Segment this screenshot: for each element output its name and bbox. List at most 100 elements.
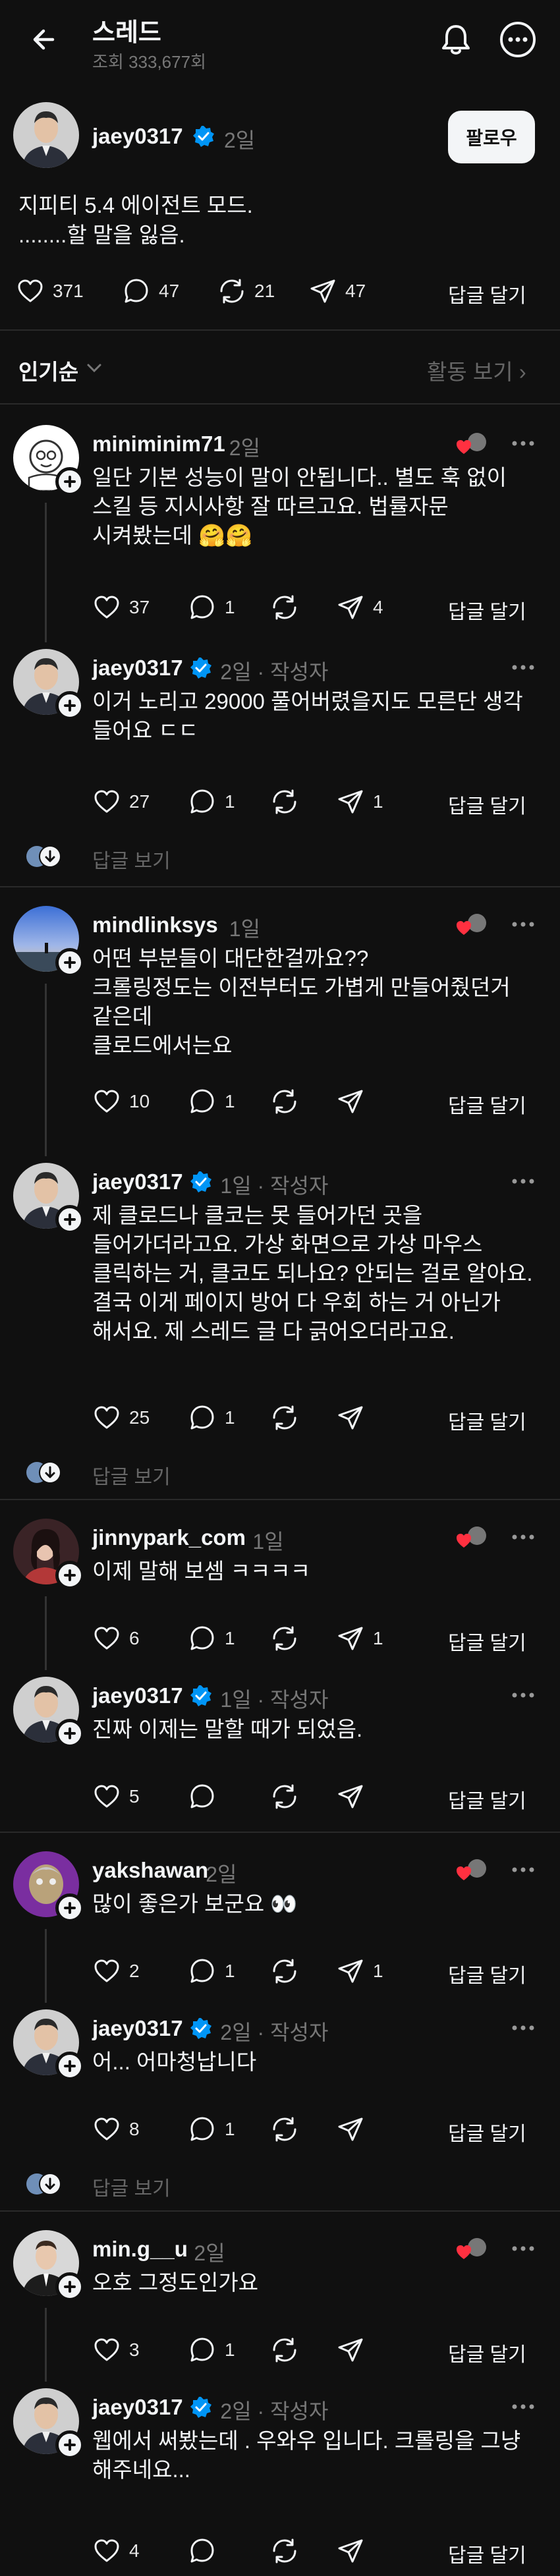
repost-button[interactable]: [270, 2115, 299, 2144]
see-replies-link[interactable]: 답글 보기: [92, 2172, 171, 2201]
reply-link[interactable]: 답글 달기: [448, 1627, 526, 1656]
comment-username[interactable]: jaey0317: [92, 2016, 183, 2041]
like-button[interactable]: 3: [92, 2336, 140, 2365]
comment-time: 1일: [252, 1530, 284, 1554]
more-dots-icon[interactable]: [511, 1177, 535, 1185]
reply-link[interactable]: 답글 달기: [448, 2539, 526, 2568]
sort-dropdown[interactable]: 인기순: [18, 354, 78, 386]
comment-icon: [190, 2338, 214, 2362]
share-button[interactable]: 1: [336, 1957, 383, 1986]
reply-link[interactable]: 답글 달기: [448, 2117, 526, 2146]
share-button[interactable]: [336, 1403, 365, 1432]
share-button[interactable]: [336, 2536, 365, 2565]
comment-username[interactable]: jaey0317: [92, 1169, 183, 1194]
more-options-icon[interactable]: [498, 20, 538, 59]
more-dots-icon[interactable]: [511, 663, 535, 671]
like-button[interactable]: 2: [92, 1957, 140, 1986]
follow-plus-icon[interactable]: [55, 467, 84, 496]
follow-plus-icon[interactable]: [55, 2272, 84, 2301]
repost-button[interactable]: [270, 593, 299, 622]
repost-button[interactable]: [270, 1624, 299, 1653]
activity-link[interactable]: 활동 보기 ›: [427, 354, 526, 386]
share-button[interactable]: 1: [336, 1624, 383, 1653]
comment-username[interactable]: min.g__u: [92, 2237, 188, 2262]
share-button[interactable]: 47: [308, 277, 366, 306]
reply-link[interactable]: 답글 달기: [448, 596, 526, 625]
comment-username[interactable]: jinnypark_com: [92, 1525, 246, 1550]
comment-button[interactable]: 47: [122, 277, 179, 306]
like-button[interactable]: 10: [92, 1087, 150, 1116]
see-replies-link[interactable]: 답글 보기: [92, 845, 171, 874]
like-button[interactable]: 27: [92, 787, 150, 816]
follow-plus-icon[interactable]: [55, 1205, 84, 1234]
more-dots-icon[interactable]: [511, 439, 535, 447]
repost-button[interactable]: [270, 2536, 299, 2565]
share-button[interactable]: [336, 1782, 365, 1811]
avatar[interactable]: [13, 102, 79, 168]
follow-button[interactable]: 팔로우: [448, 111, 535, 163]
follow-plus-icon[interactable]: [55, 1893, 84, 1922]
repost-button[interactable]: [270, 1957, 299, 1986]
like-button[interactable]: 25: [92, 1403, 150, 1432]
follow-plus-icon[interactable]: [55, 1719, 84, 1748]
comment-username[interactable]: yakshawan: [92, 1858, 208, 1883]
more-dots-icon[interactable]: [511, 2403, 535, 2411]
comment-button[interactable]: 1: [188, 1087, 235, 1116]
follow-plus-icon[interactable]: [55, 2052, 84, 2081]
reply-link[interactable]: 답글 달기: [448, 1785, 526, 1814]
share-button[interactable]: 1: [336, 787, 383, 816]
chevron-down-icon[interactable]: [84, 360, 104, 376]
reply-link[interactable]: 답글 달기: [448, 1406, 526, 1435]
more-dots-icon[interactable]: [511, 1866, 535, 1874]
more-dots-icon[interactable]: [511, 920, 535, 928]
comment-button[interactable]: 1: [188, 1624, 235, 1653]
like-button[interactable]: 37: [92, 593, 150, 622]
like-button[interactable]: 4: [92, 2536, 140, 2565]
follow-plus-icon[interactable]: [55, 948, 84, 977]
follow-plus-icon[interactable]: [55, 691, 84, 720]
comment-button[interactable]: 1: [188, 787, 235, 816]
see-replies-link[interactable]: 답글 보기: [92, 1461, 171, 1490]
post-username[interactable]: jaey0317: [92, 124, 183, 149]
comment-button[interactable]: [188, 1782, 217, 1811]
comment-icon: [190, 595, 214, 619]
bell-icon[interactable]: [436, 20, 476, 59]
comment-button[interactable]: 1: [188, 1403, 235, 1432]
more-dots-icon[interactable]: [511, 2024, 535, 2032]
comment-button[interactable]: 1: [188, 1957, 235, 1986]
reply-link[interactable]: 답글 달기: [448, 2338, 526, 2367]
comment-username[interactable]: jaey0317: [92, 2395, 183, 2420]
follow-plus-icon[interactable]: [55, 1561, 84, 1590]
comment-button[interactable]: [188, 2536, 217, 2565]
reply-link[interactable]: 답글 달기: [448, 790, 526, 819]
follow-plus-icon[interactable]: [55, 2430, 84, 2459]
repost-button[interactable]: 21: [217, 277, 275, 306]
repost-button[interactable]: [270, 787, 299, 816]
repost-button[interactable]: [270, 1087, 299, 1116]
back-arrow-icon[interactable]: [25, 20, 65, 59]
share-button[interactable]: 4: [336, 593, 383, 622]
comment-username[interactable]: miniminim71: [92, 432, 225, 457]
more-dots-icon[interactable]: [511, 2245, 535, 2253]
repost-button[interactable]: [270, 1403, 299, 1432]
comment-button[interactable]: 1: [188, 2336, 235, 2365]
share-button[interactable]: [336, 1087, 365, 1116]
reply-link[interactable]: 답글 달기: [448, 1959, 526, 1988]
comment-username[interactable]: jaey0317: [92, 656, 183, 681]
like-button[interactable]: 371: [16, 277, 84, 306]
like-button[interactable]: 5: [92, 1782, 140, 1811]
share-button[interactable]: [336, 2115, 365, 2144]
comment-button[interactable]: 1: [188, 593, 235, 622]
repost-button[interactable]: [270, 2336, 299, 2365]
share-button[interactable]: [336, 2336, 365, 2365]
more-dots-icon[interactable]: [511, 1533, 535, 1541]
like-button[interactable]: 8: [92, 2115, 140, 2144]
comment-button[interactable]: 1: [188, 2115, 235, 2144]
comment-username[interactable]: jaey0317: [92, 1683, 183, 1708]
like-button[interactable]: 6: [92, 1624, 140, 1653]
more-dots-icon[interactable]: [511, 1691, 535, 1699]
repost-button[interactable]: [270, 1782, 299, 1811]
comment-username[interactable]: mindlinksys: [92, 912, 218, 938]
reply-link[interactable]: 답글 달기: [448, 279, 526, 308]
reply-link[interactable]: 답글 달기: [448, 1090, 526, 1119]
